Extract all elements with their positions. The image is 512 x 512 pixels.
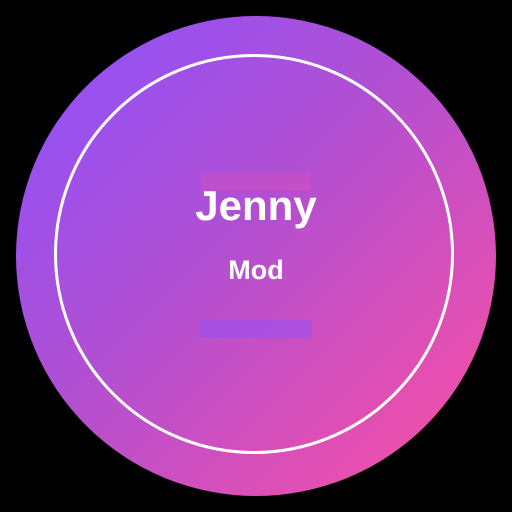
badge-role: Mod <box>228 255 284 285</box>
badge-canvas: Jenny Mod <box>0 0 512 512</box>
badge-name: Jenny <box>195 182 317 229</box>
decorative-bar-bottom <box>200 320 312 338</box>
